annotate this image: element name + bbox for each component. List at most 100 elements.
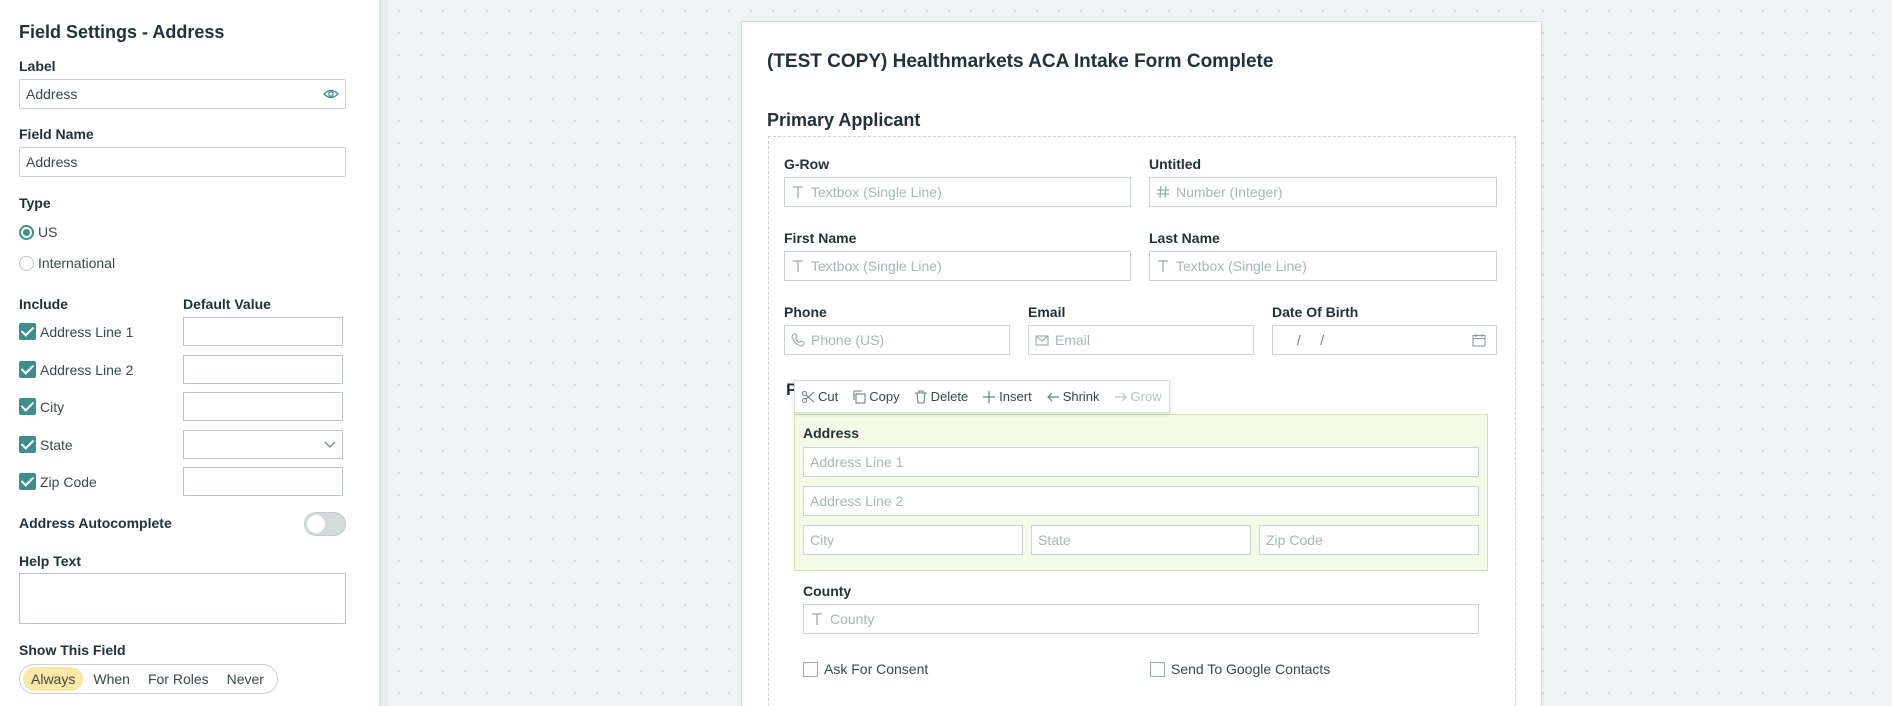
- address-label: Address: [803, 425, 860, 441]
- city-input[interactable]: City: [803, 525, 1023, 555]
- zip-code-input[interactable]: Zip Code: [1259, 525, 1479, 555]
- address-line-1-placeholder: Address Line 1: [810, 454, 904, 470]
- field-settings-panel: Field Settings - Address Label Address F…: [0, 0, 380, 706]
- address-line-2-input[interactable]: Address Line 2: [803, 486, 1479, 516]
- untitled-field[interactable]: Number (Integer): [1149, 177, 1497, 207]
- field-name-heading: Field Name: [19, 126, 94, 142]
- eye-icon[interactable]: [323, 87, 339, 101]
- panel-title: Field Settings - Address: [19, 22, 225, 42]
- type-radio-international-label: International: [38, 255, 116, 271]
- dob-placeholder: / /: [1293, 332, 1325, 348]
- grow-button[interactable]: Grow: [1114, 389, 1162, 404]
- shrink-button[interactable]: Shrink: [1046, 389, 1100, 404]
- phone-label: Phone: [784, 304, 827, 320]
- show-when-option[interactable]: When: [85, 667, 138, 691]
- default-state-select[interactable]: [183, 430, 343, 459]
- google-contacts-label: Send To Google Contacts: [1171, 661, 1331, 677]
- calendar-icon[interactable]: [1472, 333, 1486, 347]
- include-label: State: [40, 436, 73, 453]
- radio-unselected-icon: [19, 255, 34, 271]
- show-field-heading: Show This Field: [19, 642, 126, 658]
- checkbox-checked-icon: [19, 361, 36, 378]
- last-name-placeholder: Textbox (Single Line): [1176, 258, 1307, 274]
- default-zip-code-input[interactable]: [183, 467, 343, 496]
- default-address-line-2-input[interactable]: [183, 355, 343, 384]
- include-address-line-1[interactable]: Address Line 1: [19, 323, 133, 340]
- show-never-option[interactable]: Never: [219, 667, 272, 691]
- ask-consent-checkbox[interactable]: Ask For Consent: [803, 661, 928, 677]
- phone-placeholder: Phone (US): [811, 332, 885, 348]
- grow-label: G-Row: [784, 156, 830, 172]
- address-line-1-input[interactable]: Address Line 1: [803, 447, 1479, 477]
- first-name-field[interactable]: Textbox (Single Line): [784, 251, 1131, 281]
- field-name-input[interactable]: Address: [19, 147, 346, 177]
- copy-button[interactable]: Copy: [852, 389, 900, 404]
- trash-icon: [914, 389, 927, 404]
- envelope-icon: [1035, 335, 1049, 346]
- include-heading: Include: [19, 296, 69, 312]
- last-name-field[interactable]: Textbox (Single Line): [1149, 251, 1497, 281]
- include-label: Address Line 1: [40, 323, 134, 340]
- address-line-2-placeholder: Address Line 2: [810, 493, 904, 509]
- checkbox-unchecked-icon: [1150, 661, 1165, 677]
- show-always-option[interactable]: Always: [23, 667, 84, 691]
- text-icon: [793, 186, 803, 198]
- insert-button[interactable]: Insert: [982, 389, 1032, 404]
- hash-icon: [1157, 185, 1169, 199]
- email-placeholder: Email: [1055, 332, 1091, 348]
- email-field[interactable]: Email: [1028, 325, 1254, 355]
- grow-placeholder: Textbox (Single Line): [811, 184, 942, 200]
- type-radio-international[interactable]: International: [19, 255, 115, 271]
- section-title[interactable]: Primary Applicant: [767, 110, 920, 131]
- text-icon: [1158, 260, 1168, 272]
- copy-icon: [853, 389, 866, 404]
- cut-button[interactable]: Cut: [801, 389, 838, 404]
- text-icon: [812, 613, 822, 625]
- show-for-roles-option[interactable]: For Roles: [140, 667, 217, 691]
- grow-field[interactable]: Textbox (Single Line): [784, 177, 1131, 207]
- panel-scrollbar[interactable]: [380, 0, 388, 706]
- checkbox-checked-icon: [19, 323, 36, 340]
- county-label: County: [803, 583, 852, 599]
- default-address-line-1-input[interactable]: [183, 317, 343, 346]
- toggle-knob: [307, 515, 325, 533]
- include-label: Address Line 2: [40, 361, 134, 378]
- help-text-input[interactable]: [19, 573, 346, 624]
- state-input[interactable]: State: [1031, 525, 1251, 555]
- include-zip-code[interactable]: Zip Code: [19, 473, 97, 490]
- last-name-label: Last Name: [1149, 230, 1220, 246]
- county-field[interactable]: County: [803, 604, 1479, 634]
- field-toolbar: Cut Copy Delete Insert Shrink Grow: [794, 380, 1170, 413]
- scissors-icon: [801, 390, 815, 403]
- include-label: City: [40, 398, 65, 415]
- show-field-segmented: Always When For Roles Never: [19, 664, 278, 694]
- dob-field[interactable]: / /: [1272, 325, 1497, 355]
- delete-button[interactable]: Delete: [914, 389, 968, 404]
- county-placeholder: County: [830, 611, 875, 627]
- ask-consent-label: Ask For Consent: [824, 661, 929, 677]
- checkbox-checked-icon: [19, 473, 36, 490]
- phone-field[interactable]: Phone (US): [784, 325, 1010, 355]
- include-state[interactable]: State: [19, 436, 73, 453]
- label-input[interactable]: Address: [19, 79, 346, 109]
- google-contacts-checkbox[interactable]: Send To Google Contacts: [1150, 661, 1330, 677]
- dob-label: Date Of Birth: [1272, 304, 1359, 320]
- first-name-placeholder: Textbox (Single Line): [811, 258, 942, 274]
- field-name-value: Address: [26, 154, 78, 170]
- email-label: Email: [1028, 304, 1066, 320]
- include-city[interactable]: City: [19, 398, 64, 415]
- autocomplete-toggle[interactable]: [304, 512, 346, 536]
- radio-selected-icon: [19, 224, 34, 240]
- label-heading: Label: [19, 58, 56, 74]
- include-address-line-2[interactable]: Address Line 2: [19, 361, 133, 378]
- default-city-input[interactable]: [183, 392, 343, 421]
- arrow-right-icon: [1114, 392, 1127, 401]
- plus-icon: [983, 390, 996, 403]
- city-placeholder: City: [810, 532, 835, 548]
- checkbox-checked-icon: [19, 436, 36, 453]
- label-input-value: Address: [26, 86, 78, 102]
- first-name-label: First Name: [784, 230, 857, 246]
- text-icon: [793, 260, 803, 272]
- shrink-label: Shrink: [1062, 389, 1100, 404]
- type-radio-us[interactable]: US: [19, 224, 57, 240]
